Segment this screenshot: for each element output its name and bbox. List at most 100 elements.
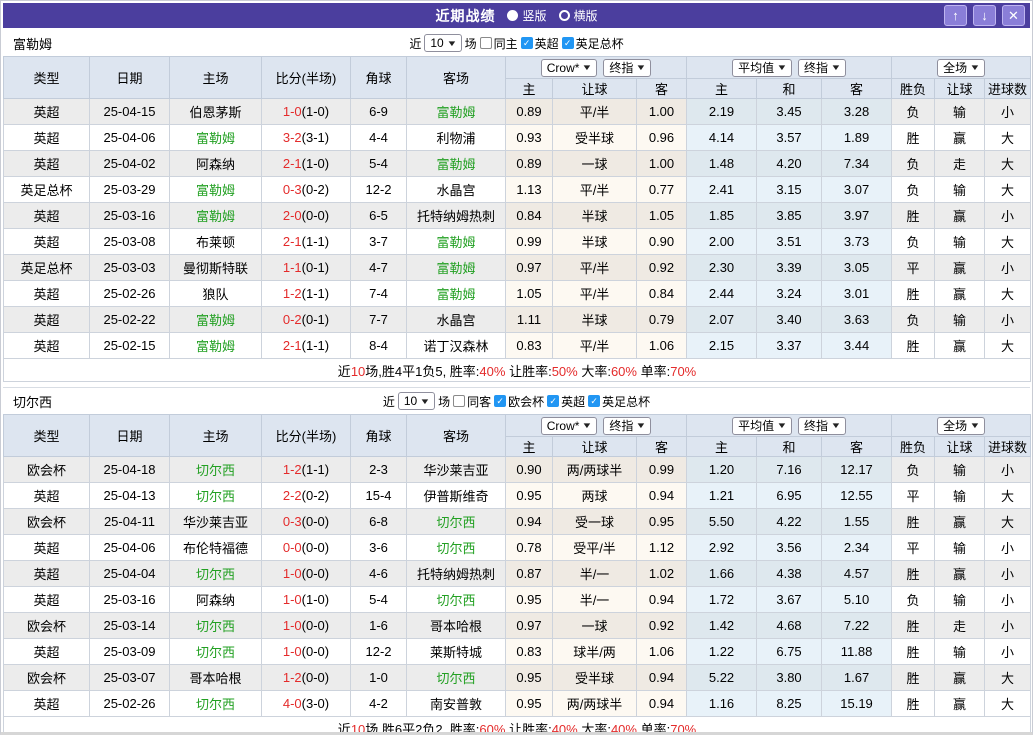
final-odds-select[interactable]: 终指 ▼ xyxy=(603,416,652,435)
away-team-link[interactable]: 富勒姆 xyxy=(436,261,475,276)
half-time-score: (0-2) xyxy=(301,182,330,197)
asian-home-odds: 1.05 xyxy=(505,280,553,307)
average-select[interactable]: 平均值 ▼ xyxy=(732,58,793,77)
match-row: 英超 25-04-15 伯恩茅斯 1-0(1-0) 6-9 富勒姆 0.89 平… xyxy=(3,98,1032,125)
goals-result-cell: 小 xyxy=(984,560,1032,587)
layout-vertical-radio[interactable]: 竖版 xyxy=(507,7,547,24)
match-row: 欧会杯 25-04-11 华沙莱吉亚 0-3(0-0) 6-8 切尔西 0.94… xyxy=(3,508,1032,535)
match-date: 25-02-26 xyxy=(89,280,170,307)
final-odds-select[interactable]: 终指 ▼ xyxy=(603,58,652,77)
home-team-link[interactable]: 狼队 xyxy=(202,287,228,302)
scope-select[interactable]: 全场 ▼ xyxy=(937,416,986,435)
asian-away-odds: 0.84 xyxy=(635,280,688,307)
away-team-link[interactable]: 托特纳姆热刺 xyxy=(417,567,495,582)
match-count-select[interactable]: 10 ▼ xyxy=(397,392,436,410)
match-count-select[interactable]: 10 ▼ xyxy=(424,34,462,52)
home-team-link[interactable]: 哥本哈根 xyxy=(189,671,241,686)
close-button[interactable]: ✕ xyxy=(1002,5,1025,26)
away-team-link[interactable]: 富勒姆 xyxy=(436,235,475,250)
home-team-link[interactable]: 布莱顿 xyxy=(196,235,235,250)
full-time-score: 0-3 xyxy=(282,182,302,197)
scroll-up-button[interactable]: ↑ xyxy=(944,5,967,26)
match-date: 25-03-03 xyxy=(89,254,170,281)
away-team-link[interactable]: 富勒姆 xyxy=(436,287,475,302)
league-checkbox[interactable]: 英足总杯 xyxy=(561,35,624,52)
home-team-link[interactable]: 富勒姆 xyxy=(196,339,235,354)
half-time-score: (0-2) xyxy=(301,488,330,503)
home-team-link[interactable]: 富勒姆 xyxy=(196,131,235,146)
euro-home-odds: 1.48 xyxy=(686,150,758,177)
away-team-link[interactable]: 南安普敦 xyxy=(430,697,482,712)
home-team-link[interactable]: 切尔西 xyxy=(196,645,235,660)
same-venue-checkbox[interactable]: 同客 xyxy=(453,393,491,410)
home-team-link[interactable]: 阿森纳 xyxy=(196,157,235,172)
scroll-down-button[interactable]: ↓ xyxy=(973,5,996,26)
euro-home-odds: 5.50 xyxy=(686,508,758,535)
away-team-link[interactable]: 伊普斯维奇 xyxy=(423,489,488,504)
away-team-cell: 富勒姆 xyxy=(406,280,506,307)
home-team-link[interactable]: 曼彻斯特联 xyxy=(183,261,248,276)
away-team-link[interactable]: 水晶宫 xyxy=(436,183,475,198)
away-team-cell: 富勒姆 xyxy=(406,228,506,255)
away-team-link[interactable]: 富勒姆 xyxy=(436,105,475,120)
scope-select[interactable]: 全场 ▼ xyxy=(937,58,986,77)
same-venue-checkbox[interactable]: 同主 xyxy=(479,35,518,52)
home-team-link[interactable]: 阿森纳 xyxy=(196,593,235,608)
home-team-link[interactable]: 切尔西 xyxy=(196,489,235,504)
final-odds-select2[interactable]: 终指 ▼ xyxy=(798,416,846,435)
full-time-score: 1-1 xyxy=(282,260,302,275)
home-team-link[interactable]: 富勒姆 xyxy=(196,183,235,198)
euro-home-odds: 2.41 xyxy=(686,176,758,203)
average-select[interactable]: 平均值 ▼ xyxy=(732,416,793,435)
away-team-link[interactable]: 切尔西 xyxy=(436,541,475,556)
handicap-result-cell: 赢 xyxy=(934,664,986,691)
home-team-link[interactable]: 伯恩茅斯 xyxy=(189,105,241,120)
home-team-link[interactable]: 切尔西 xyxy=(196,619,235,634)
layout-horizontal-radio[interactable]: 横版 xyxy=(558,7,598,24)
home-team-link[interactable]: 富勒姆 xyxy=(196,209,235,224)
asian-away-odds: 1.00 xyxy=(635,98,688,125)
league-checkbox[interactable]: 英超 xyxy=(520,35,559,52)
home-team-cell: 富勒姆 xyxy=(169,124,262,151)
away-team-link[interactable]: 哥本哈根 xyxy=(430,619,482,634)
home-team-link[interactable]: 切尔西 xyxy=(196,567,235,582)
match-row: 英超 25-02-26 切尔西 4-0(3-0) 4-2 南安普敦 0.95 两… xyxy=(3,690,1032,717)
league-checkbox[interactable]: 欧会杯 xyxy=(494,393,544,410)
asian-home-odds: 0.99 xyxy=(505,228,553,255)
final-odds-select2[interactable]: 终指 ▼ xyxy=(798,58,846,77)
league-checkbox[interactable]: 英足总杯 xyxy=(588,393,650,410)
away-team-link[interactable]: 切尔西 xyxy=(436,515,475,530)
handicap-result-cell: 输 xyxy=(934,638,986,665)
asian-home-odds: 0.95 xyxy=(505,586,553,613)
home-team-link[interactable]: 富勒姆 xyxy=(196,313,235,328)
score-cell: 1-0(0-0) xyxy=(261,560,351,587)
asian-home-odds: 0.78 xyxy=(505,534,553,561)
away-team-link[interactable]: 华沙莱吉亚 xyxy=(423,463,488,478)
home-team-link[interactable]: 华沙莱吉亚 xyxy=(183,515,248,530)
league-badge: 欧会杯 xyxy=(3,612,90,639)
bookmaker-select[interactable]: Crow* ▼ xyxy=(540,416,598,435)
away-team-link[interactable]: 托特纳姆热刺 xyxy=(417,209,495,224)
half-time-score: (0-0) xyxy=(301,540,330,555)
home-team-link[interactable]: 切尔西 xyxy=(196,697,235,712)
league-checkbox[interactable]: 英超 xyxy=(547,393,585,410)
away-team-link[interactable]: 莱斯特城 xyxy=(430,645,482,660)
home-team-link[interactable]: 切尔西 xyxy=(196,463,235,478)
col-away: 客场 xyxy=(406,414,506,457)
score-cell: 2-2(0-2) xyxy=(261,482,351,509)
away-team-link[interactable]: 切尔西 xyxy=(436,593,475,608)
away-team-cell: 托特纳姆热刺 xyxy=(406,560,506,587)
away-team-link[interactable]: 水晶宫 xyxy=(436,313,475,328)
euro-draw-odds: 4.22 xyxy=(756,508,823,535)
league-badge: 英超 xyxy=(3,280,90,307)
away-team-link[interactable]: 利物浦 xyxy=(436,131,475,146)
asian-away-odds: 1.06 xyxy=(635,332,688,359)
away-team-link[interactable]: 富勒姆 xyxy=(436,157,475,172)
asian-away-odds: 0.90 xyxy=(635,228,688,255)
home-team-link[interactable]: 布伦特福德 xyxy=(183,541,248,556)
away-team-link[interactable]: 诺丁汉森林 xyxy=(423,339,488,354)
asian-handicap: 半/一 xyxy=(552,586,637,613)
handicap-result-cell: 赢 xyxy=(934,690,986,717)
bookmaker-select[interactable]: Crow* ▼ xyxy=(540,58,598,77)
away-team-link[interactable]: 切尔西 xyxy=(436,671,475,686)
